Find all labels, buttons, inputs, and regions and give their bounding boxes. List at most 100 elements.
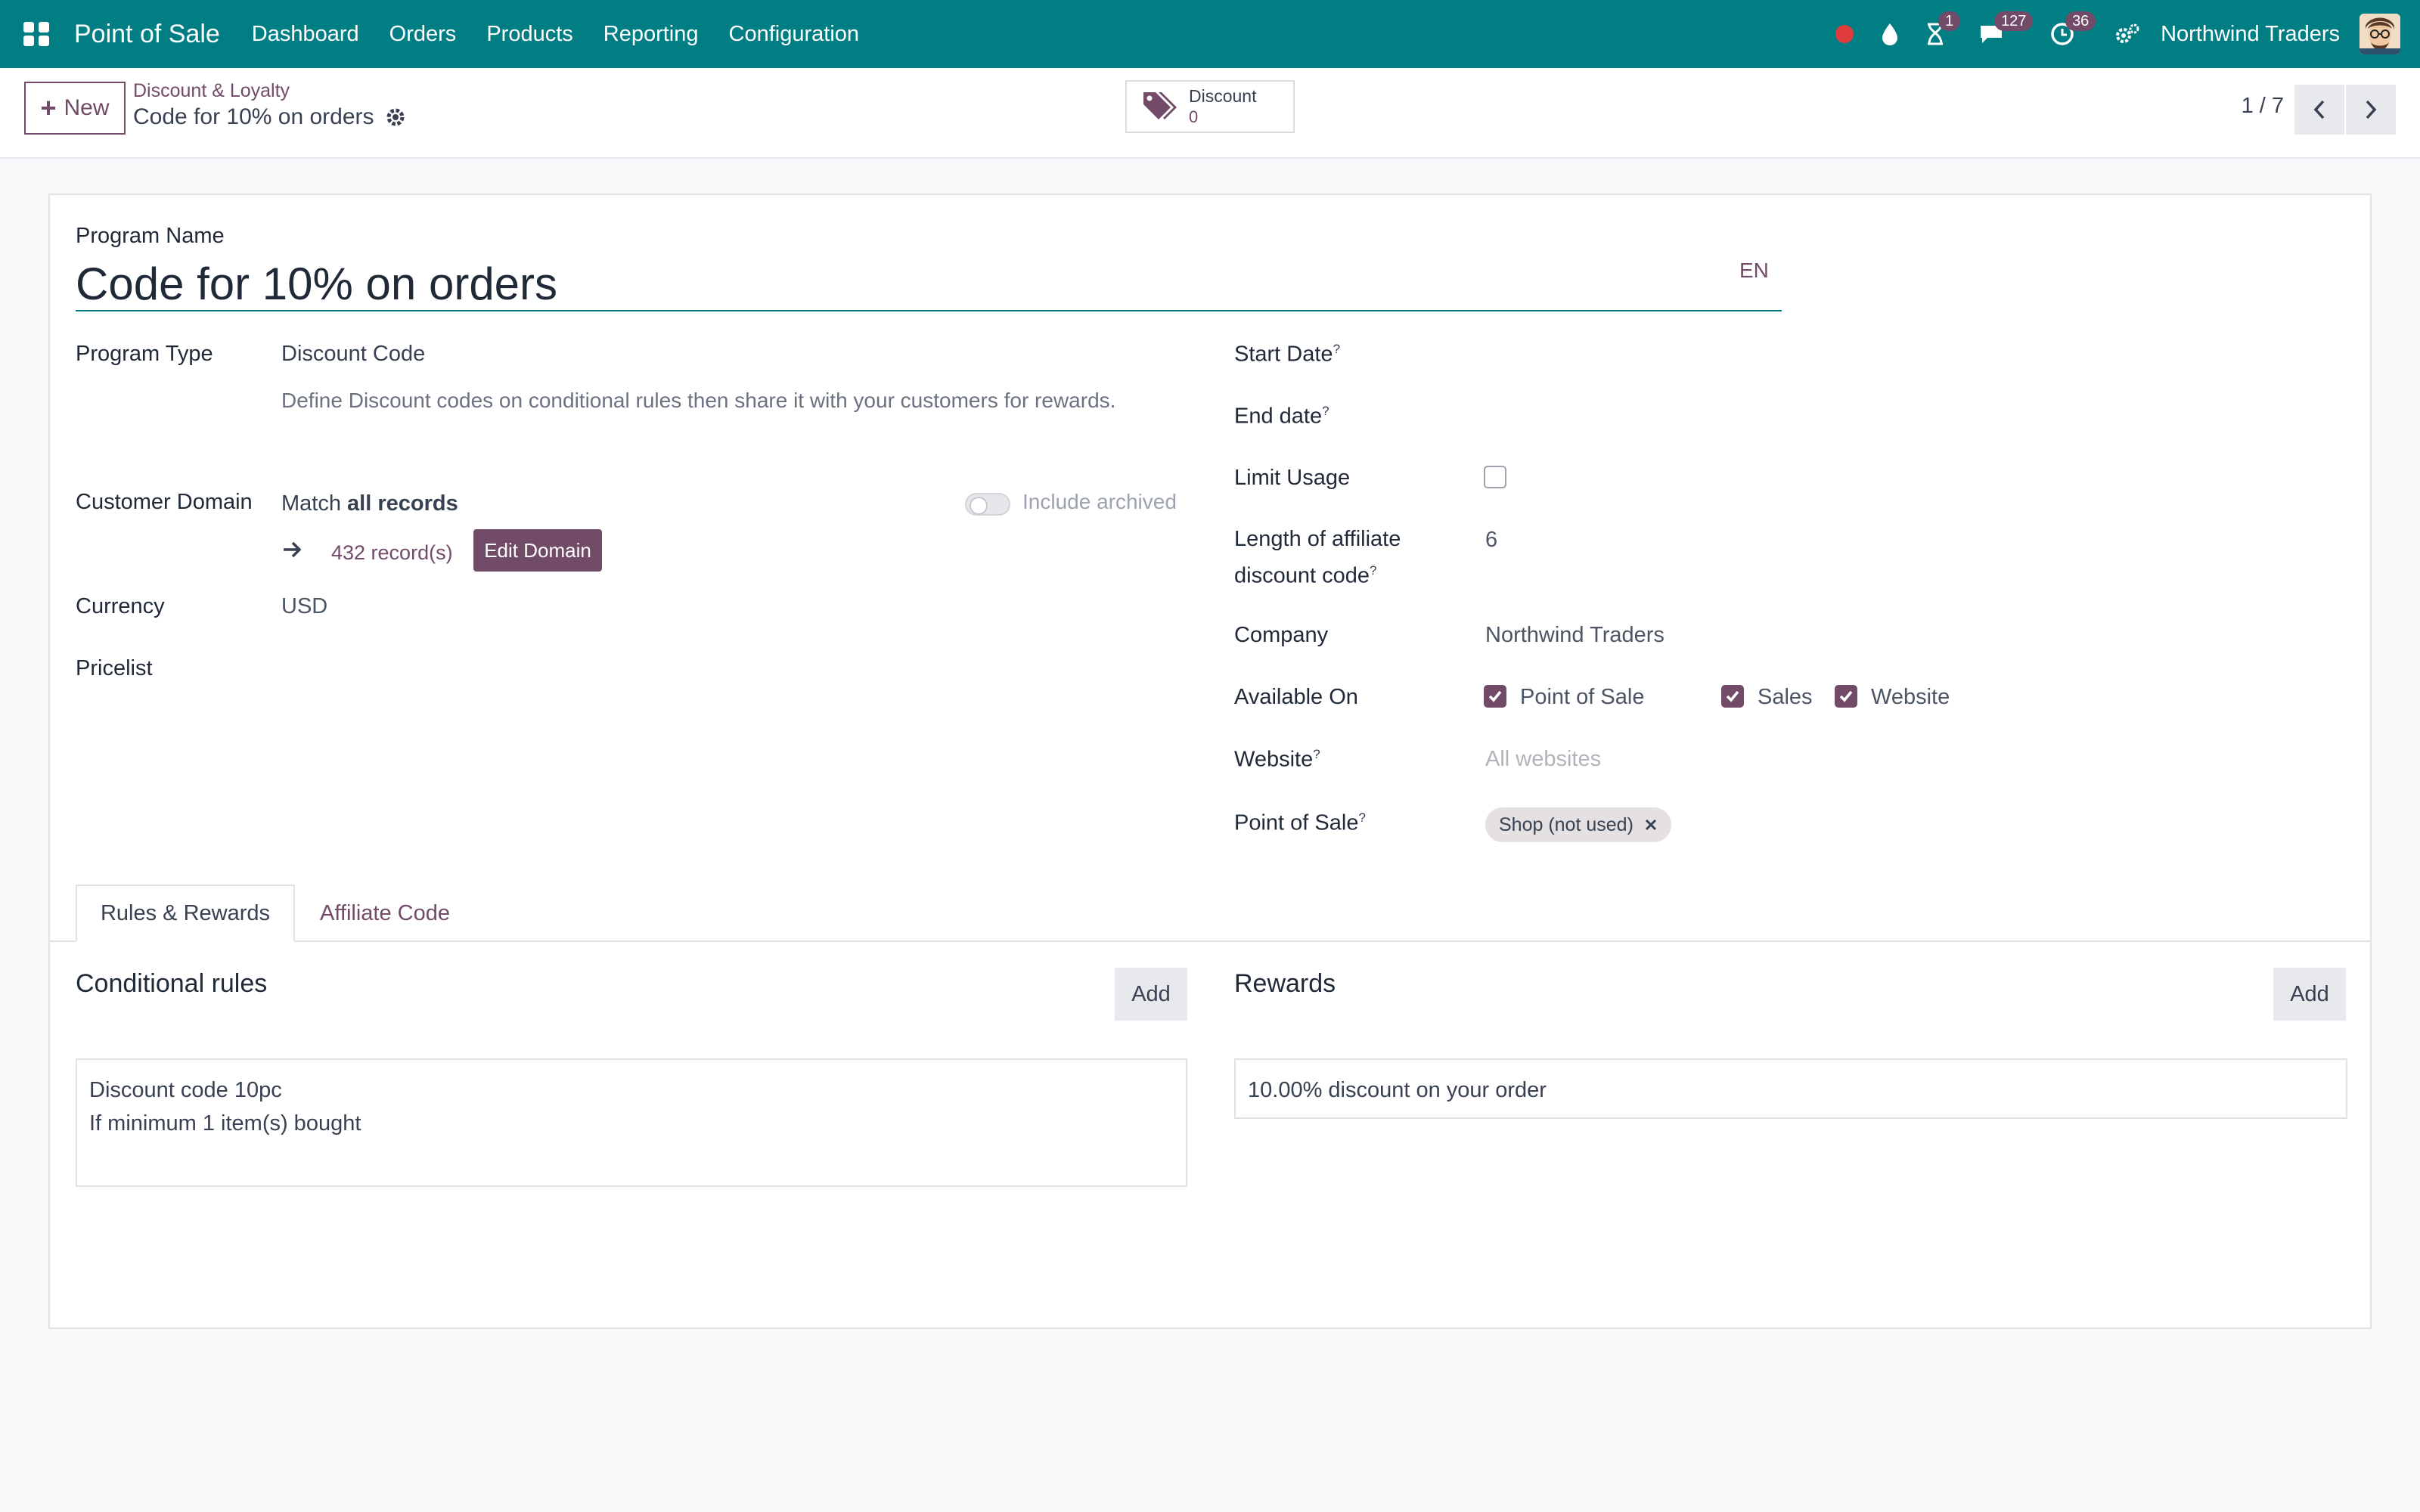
- menu-orders[interactable]: Orders: [389, 22, 457, 47]
- reward-card[interactable]: 10.00% discount on your order: [1234, 1058, 2347, 1119]
- domain-match-prefix: Match: [281, 491, 341, 516]
- conditional-rules-title: Conditional rules: [76, 969, 268, 998]
- add-reward-button[interactable]: Add: [2273, 968, 2346, 1021]
- domain-match-target: all records: [347, 491, 458, 516]
- rule-card[interactable]: Discount code 10pc If minimum 1 item(s) …: [76, 1058, 1187, 1187]
- point-of-sale-help[interactable]: ?: [1358, 810, 1365, 825]
- limit-usage-checkbox[interactable]: [1484, 466, 1506, 488]
- top-navbar: Point of Sale Dashboard Orders Products …: [0, 0, 2420, 68]
- pricelist-label: Pricelist: [76, 656, 153, 680]
- edit-domain-button[interactable]: Edit Domain: [473, 529, 602, 572]
- pos-tag: Shop (not used): [1485, 807, 1671, 842]
- recording-status-icon[interactable]: [1825, 14, 1864, 54]
- pager-value[interactable]: 1 / 7: [2242, 94, 2284, 119]
- company-label: Company: [1234, 623, 1329, 647]
- website-select[interactable]: All websites: [1485, 747, 1601, 772]
- timesheet-clock-icon[interactable]: 36: [2043, 11, 2096, 54]
- check-icon: [1839, 690, 1853, 702]
- breadcrumb-parent[interactable]: Discount & Loyalty: [133, 80, 290, 102]
- program-name-label: Program Name: [76, 224, 225, 248]
- point-of-sale-label: Point of Sale?: [1234, 810, 1366, 836]
- drop-icon[interactable]: [1870, 14, 1910, 54]
- currency-select[interactable]: USD: [281, 594, 327, 619]
- app-name[interactable]: Point of Sale: [74, 20, 220, 49]
- tab-rules-rewards[interactable]: Rules & Rewards: [76, 885, 295, 942]
- start-date-input[interactable]: [1485, 339, 1863, 372]
- user-avatar[interactable]: [2360, 14, 2400, 54]
- main-menu: Dashboard Orders Products Reporting Conf…: [237, 22, 874, 47]
- breadcrumb-current: Code for 10% on orders: [133, 104, 406, 130]
- activities-badge: 1: [1938, 11, 1961, 31]
- menu-reporting[interactable]: Reporting: [603, 22, 699, 47]
- remove-tag-icon[interactable]: [1644, 818, 1658, 832]
- pricelist-input[interactable]: [281, 652, 1143, 685]
- code-length-help[interactable]: ?: [1370, 563, 1376, 578]
- systray: 1 127 36 Northwind Traders: [1822, 0, 2420, 68]
- point-of-sale-label-text: Point of Sale: [1234, 810, 1359, 835]
- tab-affiliate-code[interactable]: Affiliate Code: [295, 885, 475, 942]
- new-button-label: New: [64, 95, 110, 120]
- pos-tag-label: Shop (not used): [1499, 813, 1634, 835]
- limit-usage-label: Limit Usage: [1234, 466, 1351, 490]
- end-date-help[interactable]: ?: [1322, 404, 1329, 418]
- company-select[interactable]: Northwind Traders: [1485, 623, 1665, 648]
- rule-line-1: Discount code 10pc: [89, 1078, 282, 1102]
- menu-products[interactable]: Products: [486, 22, 572, 47]
- start-date-label: Start Date?: [1234, 342, 1340, 367]
- discount-stat-value: 0: [1189, 107, 1199, 126]
- settings-gears-icon[interactable]: [2108, 14, 2147, 54]
- new-button[interactable]: + New: [24, 82, 126, 135]
- code-length-label: Length of affiliate discount code?: [1234, 523, 1401, 592]
- website-label-text: Website: [1234, 747, 1314, 772]
- program-type-select[interactable]: Discount Code: [281, 342, 425, 367]
- tags-icon: [1140, 89, 1178, 125]
- code-length-label-line1: Length of affiliate: [1234, 527, 1401, 551]
- rewards-title: Rewards: [1234, 969, 1336, 998]
- start-date-label-text: Start Date: [1234, 342, 1333, 367]
- activities-hourglass-icon[interactable]: 1: [1916, 11, 1961, 54]
- messages-badge: 127: [1994, 11, 2034, 31]
- available-pos-checkbox[interactable]: [1484, 685, 1506, 708]
- customer-domain-label: Customer Domain: [76, 490, 253, 514]
- website-help[interactable]: ?: [1313, 747, 1320, 761]
- program-type-label: Program Type: [76, 342, 213, 366]
- gear-icon[interactable]: [385, 107, 406, 128]
- form-sheet: Program Name Code for 10% on orders EN P…: [48, 194, 2372, 1329]
- discount-stat-label: Discount: [1189, 86, 1257, 106]
- messages-chat-icon[interactable]: 127: [1972, 11, 2034, 54]
- code-length-input[interactable]: 6: [1485, 528, 1497, 553]
- available-website-label[interactable]: Website: [1871, 685, 1950, 710]
- program-name-input[interactable]: Code for 10% on orders: [76, 257, 1782, 311]
- check-icon: [1488, 690, 1502, 702]
- domain-summary: Match all records: [281, 491, 458, 516]
- timesheet-badge: 36: [2065, 11, 2096, 31]
- language-button[interactable]: EN: [1739, 259, 1769, 283]
- end-date-label: End date?: [1234, 404, 1329, 429]
- available-website-checkbox[interactable]: [1835, 685, 1857, 708]
- program-name-value: Code for 10% on orders: [76, 258, 558, 309]
- end-date-input[interactable]: [1485, 401, 1863, 434]
- code-length-label-line2: discount code: [1234, 563, 1370, 588]
- discount-stat: Discount 0: [1189, 85, 1256, 128]
- apps-menu-icon[interactable]: [20, 17, 54, 51]
- menu-configuration[interactable]: Configuration: [729, 22, 860, 47]
- menu-dashboard[interactable]: Dashboard: [252, 22, 359, 47]
- include-archived-label: Include archived: [1022, 490, 1177, 513]
- pager-next-button[interactable]: [2346, 85, 2396, 135]
- record-title: Code for 10% on orders: [133, 104, 374, 129]
- include-archived-toggle[interactable]: [965, 493, 1010, 516]
- discount-smart-button[interactable]: Discount 0: [1125, 80, 1295, 133]
- available-sales-checkbox[interactable]: [1721, 685, 1744, 708]
- available-pos-label[interactable]: Point of Sale: [1520, 685, 1644, 710]
- control-panel: + New Discount & Loyalty Code for 10% on…: [0, 68, 2420, 159]
- domain-records-link[interactable]: 432 record(s): [331, 541, 453, 565]
- program-type-description: Define Discount codes on conditional rul…: [281, 389, 1116, 412]
- start-date-help[interactable]: ?: [1333, 342, 1340, 356]
- check-icon: [1726, 690, 1739, 702]
- rule-line-2: If minimum 1 item(s) bought: [89, 1111, 361, 1136]
- pager-previous-button[interactable]: [2294, 85, 2344, 135]
- company-switcher[interactable]: Northwind Traders: [2161, 22, 2340, 47]
- available-sales-label[interactable]: Sales: [1758, 685, 1813, 710]
- arrow-right-icon: [281, 538, 304, 565]
- add-rule-button[interactable]: Add: [1115, 968, 1187, 1021]
